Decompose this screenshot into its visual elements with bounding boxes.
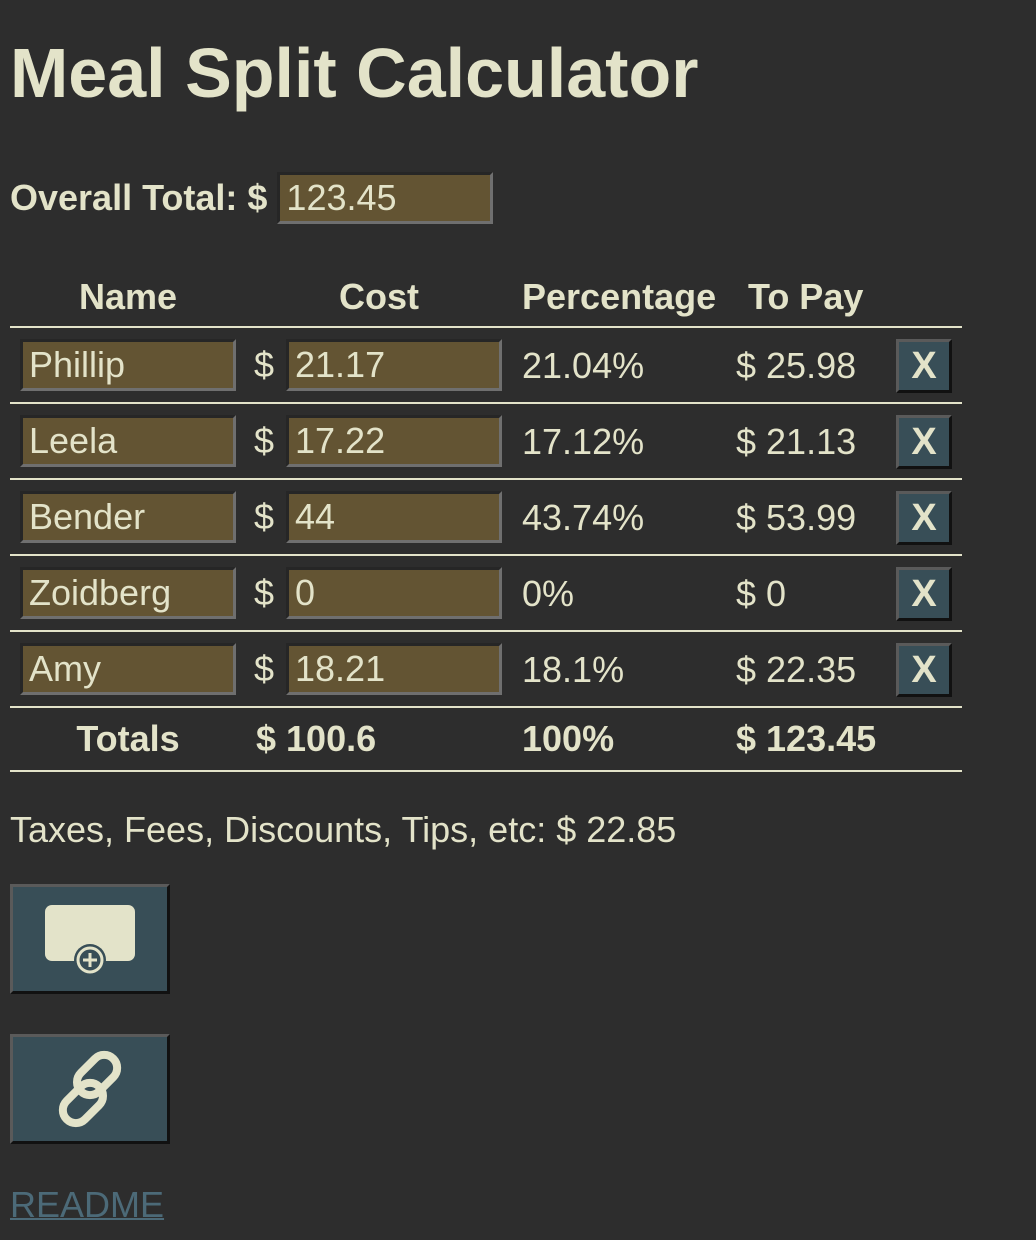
remove-row-button[interactable]: X	[896, 567, 952, 621]
remove-row-button[interactable]: X	[896, 415, 952, 469]
remove-row-button[interactable]: X	[896, 339, 952, 393]
add-row-icon	[45, 905, 135, 976]
overall-total: Overall Total: $	[10, 172, 494, 224]
to-pay-value: $ 22.35	[736, 649, 857, 690]
header-cost: Cost	[339, 276, 419, 317]
name-input[interactable]	[20, 415, 236, 467]
overall-total-label: Overall Total:	[10, 177, 238, 218]
share-link-button[interactable]	[10, 1034, 170, 1144]
table-row: $0% $ 0 X	[10, 556, 962, 632]
percentage-value: 43.74%	[522, 497, 645, 538]
cost-input[interactable]	[286, 643, 502, 695]
split-table: Name Cost Percentage To Pay $21.04% $ 25.…	[10, 268, 962, 772]
add-row-button[interactable]	[10, 884, 170, 994]
cost-currency-symbol: $	[254, 572, 275, 613]
overall-currency-symbol: $	[247, 177, 268, 218]
percentage-value: 21.04%	[522, 345, 645, 386]
totals-row: Totals $ 100.6 100% $ 123.45	[10, 708, 962, 772]
percentage-value: 0%	[522, 573, 575, 614]
remove-row-button[interactable]: X	[896, 643, 952, 697]
cost-currency-symbol: $	[254, 648, 275, 689]
cost-currency-symbol: $	[254, 420, 275, 461]
table-row: $21.04% $ 25.98 X	[10, 328, 962, 404]
name-input[interactable]	[20, 339, 236, 391]
header-to-pay: To Pay	[748, 276, 864, 317]
header-name: Name	[78, 276, 178, 317]
name-input[interactable]	[20, 567, 236, 619]
to-pay-value: $ 21.13	[736, 421, 857, 462]
page-title: Meal Split Calculator	[10, 34, 699, 112]
header-percentage: Percentage	[522, 276, 717, 317]
table-row: $18.1% $ 22.35 X	[10, 632, 962, 708]
totals-to-pay: $ 123.45	[736, 718, 877, 759]
totals-percentage: 100%	[522, 718, 615, 759]
to-pay-value: $ 0	[736, 573, 787, 614]
percentage-value: 17.12%	[522, 421, 645, 462]
cost-currency-symbol: $	[254, 344, 275, 385]
cost-currency-symbol: $	[254, 496, 275, 537]
link-icon	[58, 1050, 122, 1128]
readme-link[interactable]: README	[10, 1184, 164, 1226]
totals-label: Totals	[76, 718, 180, 759]
remove-row-button[interactable]: X	[896, 491, 952, 545]
percentage-value: 18.1%	[522, 649, 625, 690]
to-pay-value: $ 25.98	[736, 345, 857, 386]
name-input[interactable]	[20, 643, 236, 695]
cost-input[interactable]	[286, 339, 502, 391]
cost-input[interactable]	[286, 415, 502, 467]
name-input[interactable]	[20, 491, 236, 543]
table-row: $17.12% $ 21.13 X	[10, 404, 962, 480]
table-header: Name Cost Percentage To Pay	[10, 268, 962, 328]
cost-input[interactable]	[286, 491, 502, 543]
overall-total-input[interactable]	[277, 172, 494, 224]
cost-input[interactable]	[286, 567, 502, 619]
table-row: $43.74% $ 53.99 X	[10, 480, 962, 556]
totals-cost: $ 100.6	[256, 718, 377, 759]
to-pay-value: $ 53.99	[736, 497, 857, 538]
extras-summary: Taxes, Fees, Discounts, Tips, etc: $ 22.…	[10, 809, 677, 850]
